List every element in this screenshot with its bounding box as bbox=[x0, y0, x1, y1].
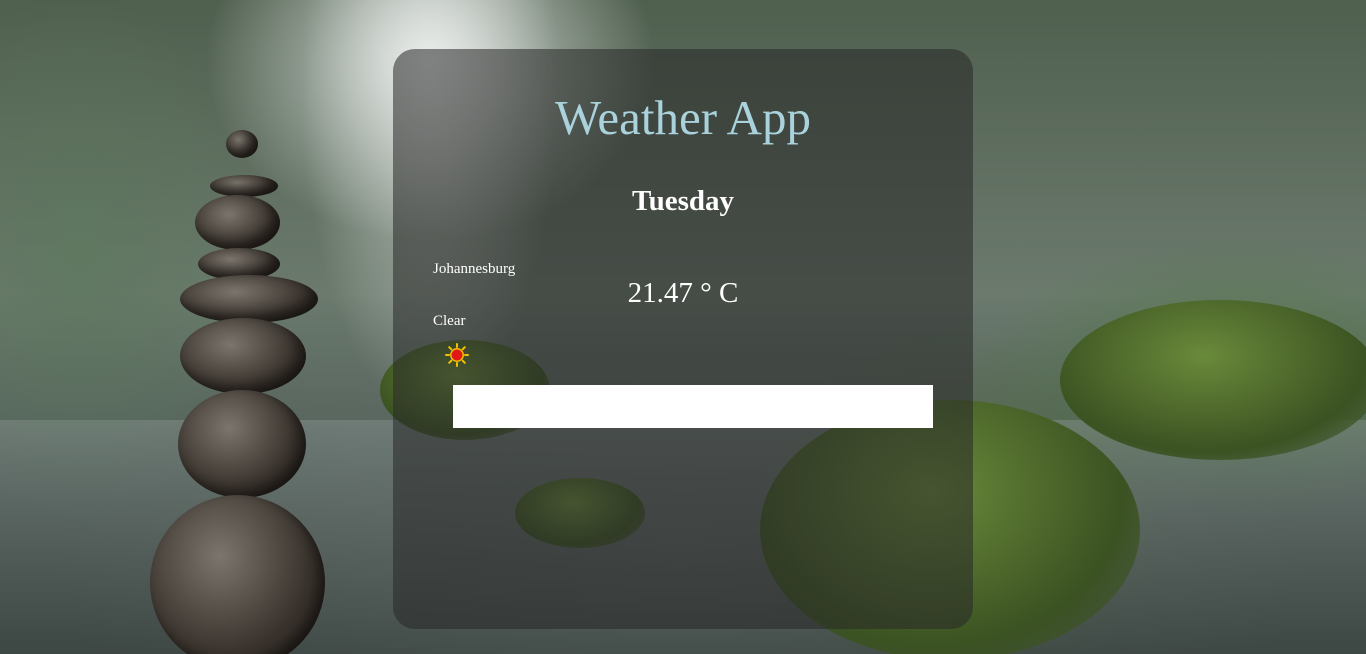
background-stone bbox=[226, 130, 258, 158]
background-moss bbox=[1060, 300, 1366, 460]
weather-condition: Clear bbox=[433, 313, 466, 329]
app-title: Weather App bbox=[555, 90, 811, 145]
background-stone bbox=[195, 195, 280, 250]
city-search-input[interactable] bbox=[453, 385, 933, 428]
sun-icon bbox=[445, 343, 469, 367]
weather-card: Weather App Tuesday Johannesburg 21.47 °… bbox=[393, 49, 973, 629]
background-stone bbox=[178, 390, 306, 498]
city-name: Johannesburg bbox=[433, 261, 516, 277]
background-stone bbox=[180, 275, 318, 323]
background-stone bbox=[180, 318, 306, 394]
background-stone bbox=[210, 175, 278, 197]
temperature: 21.47 ° C bbox=[627, 277, 739, 309]
day-of-week: Tuesday bbox=[631, 185, 735, 217]
